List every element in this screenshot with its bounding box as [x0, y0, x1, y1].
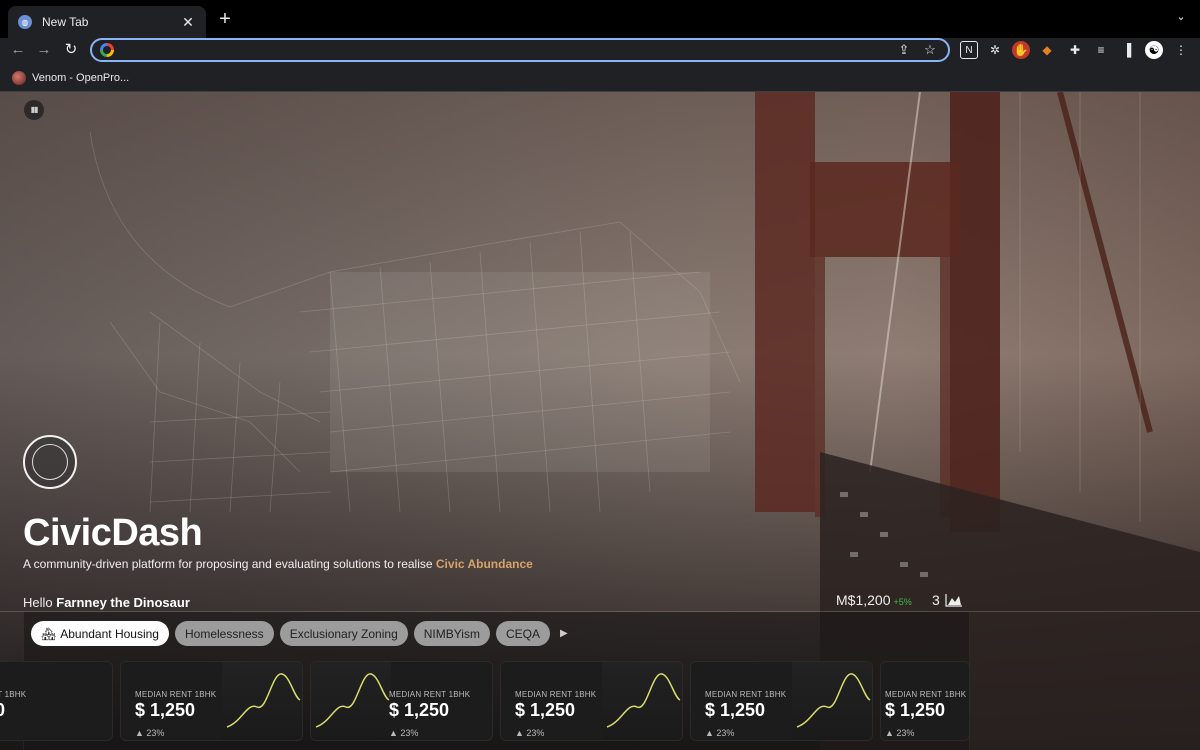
sparkline-chart [311, 662, 391, 740]
bookmarks-bar: Venom - OpenPro... [0, 64, 1200, 92]
new-tab-button[interactable]: + [214, 8, 236, 30]
brave-extension-icon[interactable]: ✋ [1012, 41, 1030, 59]
card-label: MEDIAN RENT 1BHK [885, 690, 967, 699]
chart-icon [945, 594, 962, 607]
metric-card[interactable]: MEDIAN RENT 1BHK $ 1,250 ▲ 23% [880, 661, 970, 741]
pause-icon[interactable]: ▮▮ [24, 100, 44, 120]
sparkline-chart [602, 662, 682, 740]
tab-new-tab[interactable]: ◍ New Tab ✕ [8, 6, 206, 38]
browser-toolbar: ← → ↻ ⇪ ☆ N ✲ ✋ ◆ ✚ ≡ ▐ ☯ ⋮ [0, 38, 1200, 64]
card-value: $ 1,250 [135, 700, 196, 720]
topic-tags: 🏘 Abundant Housing Homelessness Exclusion… [31, 621, 568, 646]
profile-avatar[interactable]: ☯ [1145, 41, 1163, 59]
card-value: $ 1,250 [0, 700, 5, 721]
gear-extension-icon[interactable]: ✲ [986, 41, 1004, 59]
google-icon [100, 43, 114, 57]
tag-nimbyism[interactable]: NIMBYism [413, 621, 490, 646]
tab-title: New Tab [42, 15, 89, 29]
card-value: $ 1,250 [389, 700, 450, 720]
forward-arrow-icon[interactable]: → [32, 38, 56, 62]
menu-kebab-icon[interactable]: ⋮ [1172, 41, 1190, 59]
card-change: ▲ 23% [515, 728, 545, 738]
tag-abundant-housing[interactable]: 🏘 Abundant Housing [31, 621, 169, 646]
notion-extension-icon[interactable]: N [960, 41, 978, 59]
metric-card[interactable]: MEDIAN RENT 1BHK $ 1,250 ▲ 23% [120, 661, 303, 741]
extensions-puzzle-icon[interactable]: ✚ [1066, 41, 1084, 59]
reload-icon[interactable]: ↻ [59, 38, 83, 62]
tab-strip: ◍ New Tab ✕ + ⌄ [0, 0, 1200, 38]
sparkline-chart [792, 662, 872, 740]
civicdash-page: ▮▮ CivicDash A community-driven platform… [0, 92, 1200, 750]
card-change: ▲ 23% [135, 728, 165, 738]
sparkline-chart [222, 662, 302, 740]
card-value: $ 1,250 [515, 700, 576, 720]
card-label: MEDIAN RENT 1BHK [389, 690, 471, 699]
user-name: Farnney the Dinosaur [56, 595, 190, 610]
subtitle-accent: Civic Abundance [435, 557, 533, 571]
card-label: MEDIAN RENT 1BHK [515, 690, 597, 699]
reading-list-icon[interactable]: ≡ [1092, 41, 1110, 59]
count-value: 3 [932, 592, 940, 608]
tab-favicon-icon: ◍ [18, 15, 32, 29]
tag-ceqa[interactable]: CEQA [495, 621, 550, 646]
card-value: $ 1,250 [885, 700, 946, 720]
metamask-extension-icon[interactable]: ◆ [1038, 41, 1056, 59]
card-change: ▲ 23% [705, 728, 735, 738]
balance-value: M$1,200 [836, 592, 891, 608]
card-label: MEDIAN RENT 1BHK [705, 690, 787, 699]
page-title: CivicDash [23, 512, 203, 554]
balance-display: M$1,200 +5% [836, 592, 912, 608]
address-bar[interactable]: ⇪ ☆ [90, 38, 950, 62]
balance-delta: +5% [893, 597, 912, 607]
tags-next-arrow-icon[interactable]: ▶ [560, 628, 568, 639]
metric-card[interactable]: MEDIAN RENT 1BHK $ 1,250 ▲ 23% [0, 661, 113, 741]
card-change: ▲ 23% [885, 728, 915, 738]
venom-bookmark-icon [12, 70, 26, 85]
card-value: $ 1,250 [705, 700, 766, 720]
city-seal-logo [23, 435, 77, 489]
page-subtitle: A community-driven platform for proposin… [23, 557, 533, 571]
card-label: MEDIAN RENT 1BHK [0, 690, 27, 699]
share-icon[interactable]: ⇪ [894, 42, 914, 58]
back-arrow-icon[interactable]: ← [6, 38, 30, 62]
side-panel-icon[interactable]: ▐ [1118, 41, 1136, 59]
metric-card[interactable]: MEDIAN RENT 1BHK $ 1,250 ▲ 23% [690, 661, 873, 741]
metric-card[interactable]: MEDIAN RENT 1BHK $ 1,250 ▲ 23% [310, 661, 493, 741]
seal-emblem [32, 444, 68, 480]
tab-search-icon[interactable]: ⌄ [1172, 10, 1190, 28]
card-label: MEDIAN RENT 1BHK [135, 690, 217, 699]
tag-exclusionary-zoning[interactable]: Exclusionary Zoning [279, 621, 408, 646]
bookmark-venom[interactable]: Venom - OpenPro... [32, 72, 129, 84]
proposal-count[interactable]: 3 [932, 592, 963, 608]
star-icon[interactable]: ☆ [920, 42, 940, 58]
tag-homelessness[interactable]: Homelessness [174, 621, 274, 646]
card-change: ▲ 23% [389, 728, 419, 738]
user-greeting: Hello Farnney the Dinosaur [23, 595, 190, 610]
address-input[interactable] [122, 42, 888, 58]
metric-card[interactable]: MEDIAN RENT 1BHK $ 1,250 ▲ 23% [500, 661, 683, 741]
tab-close-icon[interactable]: ✕ [180, 14, 196, 31]
metric-cards: MEDIAN RENT 1BHK $ 1,250 ▲ 23% MEDIAN RE… [0, 661, 970, 741]
housing-emoji-icon: 🏘 [41, 626, 57, 641]
